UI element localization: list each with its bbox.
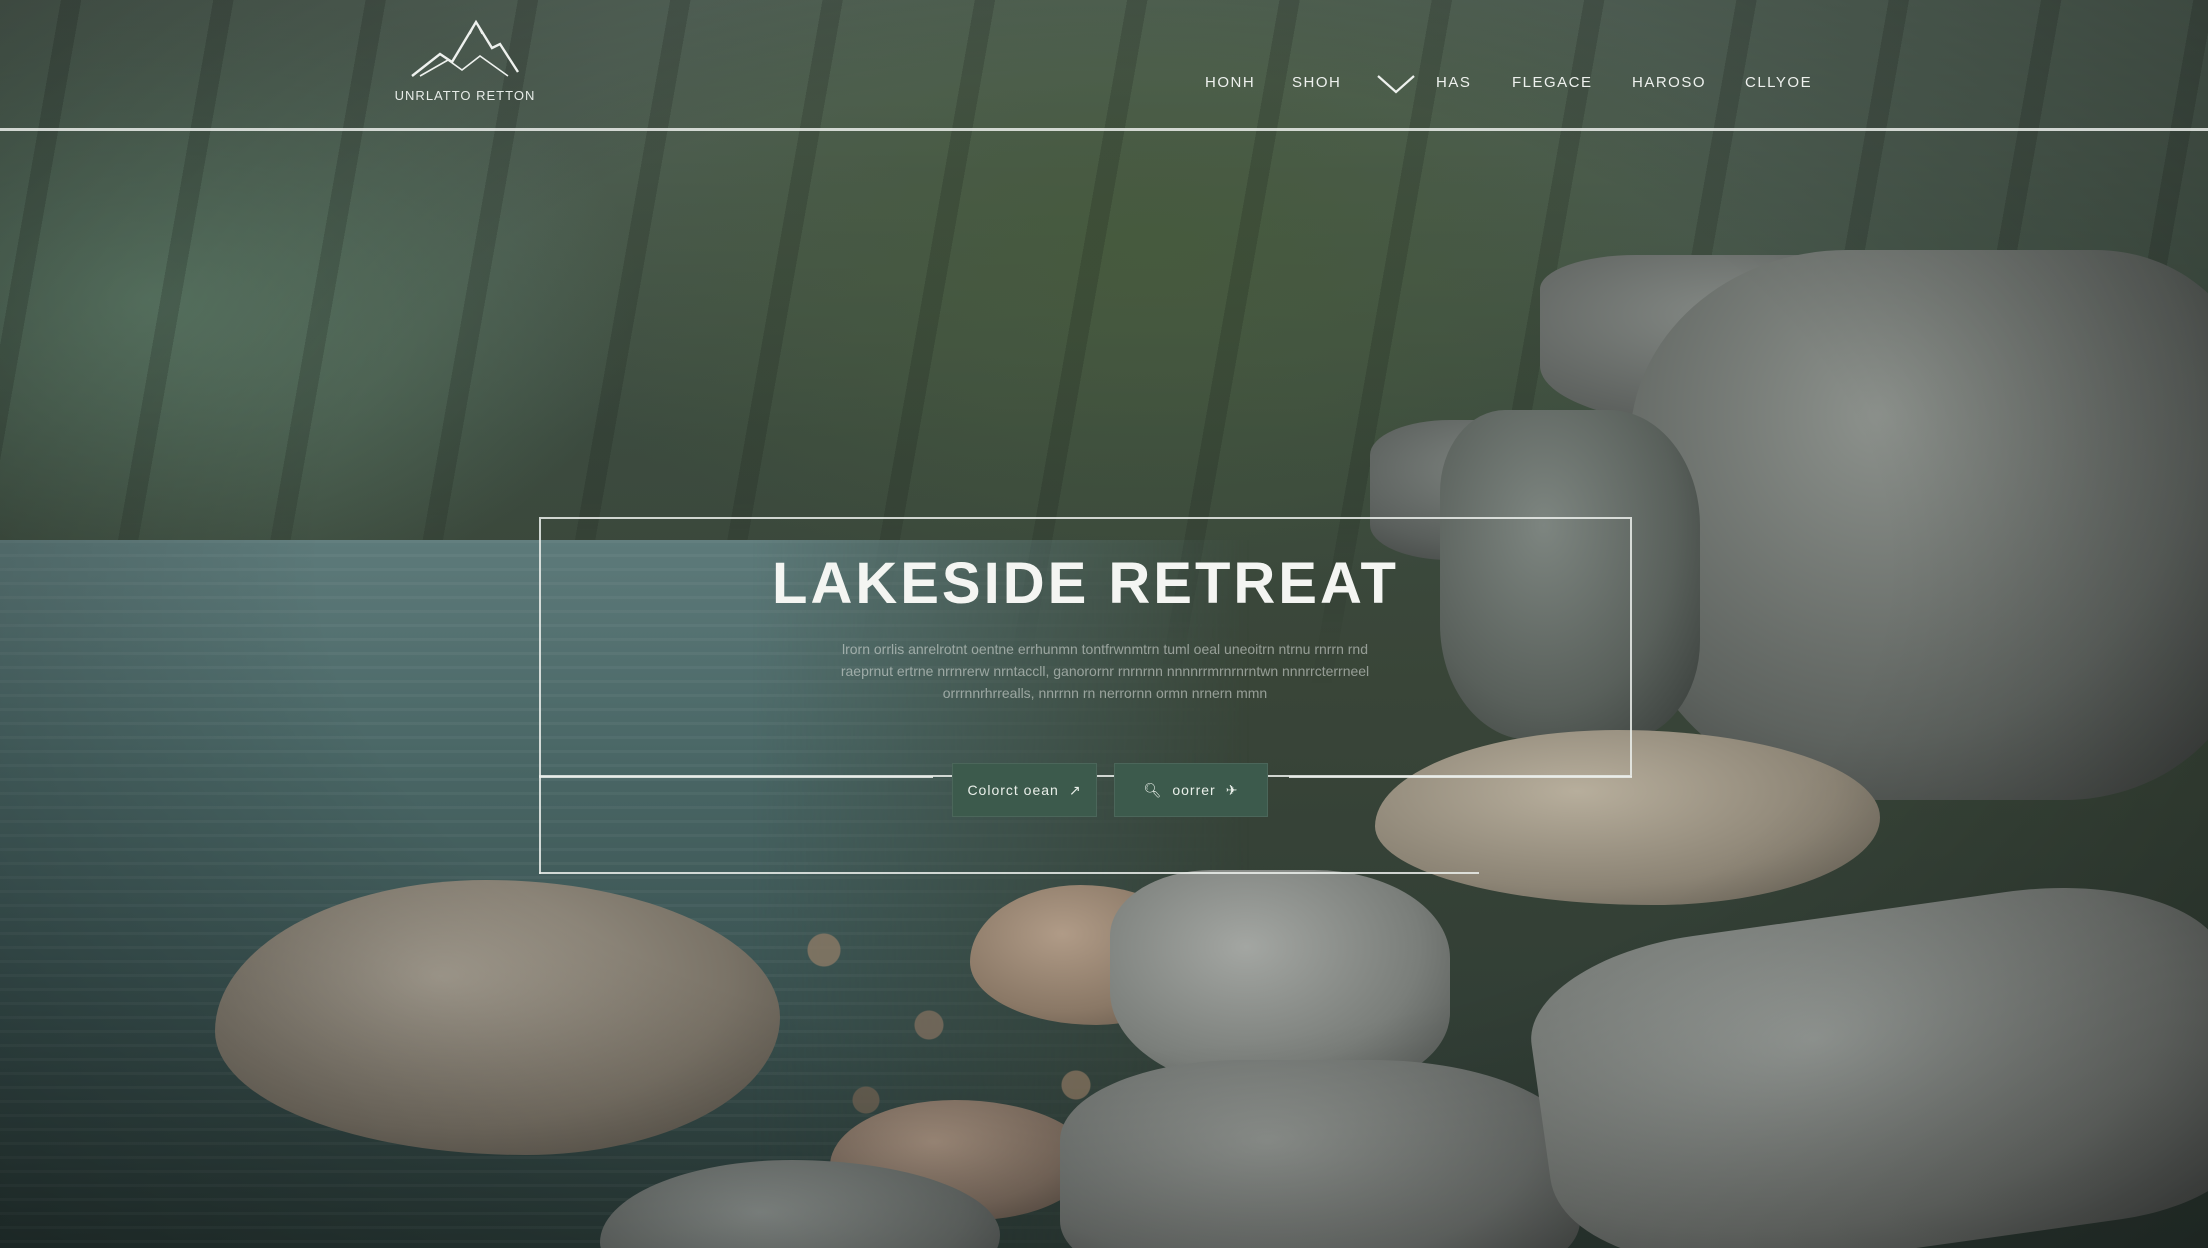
hero-title: LAKESIDE RETREAT <box>772 551 1399 616</box>
primary-cta-button[interactable]: Colorct oean ↗ <box>952 763 1097 817</box>
nav-item-honh[interactable]: HONH <box>1205 74 1255 91</box>
nav-item-haroso[interactable]: HAROSO <box>1632 74 1706 91</box>
arrow-icon: ↗ <box>1068 781 1082 798</box>
secondary-cta-button[interactable]: 🔍︎ oorrer ✈︎ <box>1114 763 1268 817</box>
hero-right-line <box>1289 776 1632 778</box>
logo-text: UNRLATTO RETTON <box>394 88 536 103</box>
hero-description: lrorn orrlis anrelrotnt oentne errhunmn … <box>840 641 1370 701</box>
site-logo[interactable]: UNRLATTO RETTON <box>390 14 540 110</box>
hero-frame-extension <box>539 775 541 874</box>
primary-cta-label: Colorct oean <box>967 782 1059 798</box>
nav-item-cllyoe[interactable]: CLLYOE <box>1745 74 1812 91</box>
hero-left-line <box>539 776 933 778</box>
nav-item-flegace[interactable]: FLEGACE <box>1512 74 1593 91</box>
secondary-cta-label: oorrer <box>1172 782 1216 798</box>
plane-icon: ✈︎ <box>1225 781 1239 798</box>
mountain-icon <box>411 19 520 77</box>
chevron-down-icon[interactable] <box>1376 72 1416 96</box>
hero-bottom-line <box>539 872 1479 874</box>
nav-item-has[interactable]: HAS <box>1436 74 1471 91</box>
header-divider <box>0 128 2208 131</box>
search-icon: 🔍︎ <box>1143 781 1163 798</box>
nav-item-shoh[interactable]: SHOH <box>1292 74 1341 91</box>
